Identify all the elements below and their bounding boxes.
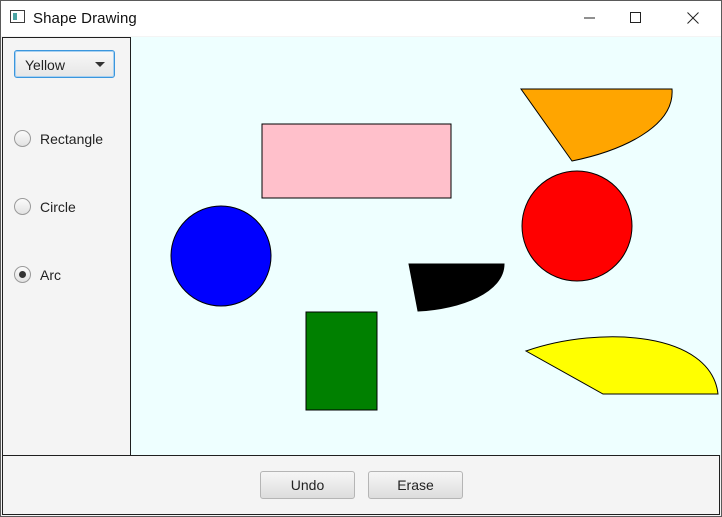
radio-dot bbox=[19, 271, 26, 278]
shape-pink-rectangle bbox=[261, 123, 452, 199]
close-icon bbox=[687, 12, 699, 24]
close-button[interactable] bbox=[670, 1, 716, 36]
minimize-button[interactable] bbox=[567, 1, 613, 36]
title-bar: Shape Drawing bbox=[1, 1, 721, 36]
shape-green-rectangle bbox=[305, 311, 378, 411]
shape-black-arc bbox=[408, 263, 505, 312]
erase-button[interactable]: Erase bbox=[368, 471, 463, 499]
undo-button[interactable]: Undo bbox=[260, 471, 355, 499]
radio-button-selected-icon bbox=[14, 266, 31, 283]
app-icon bbox=[10, 10, 25, 23]
radio-label: Arc bbox=[40, 267, 61, 283]
drawing-canvas[interactable] bbox=[131, 37, 721, 455]
shape-options-panel: Yellow Rectangle Circle Arc bbox=[2, 37, 131, 456]
maximize-button[interactable] bbox=[613, 1, 659, 36]
chevron-down-icon bbox=[95, 62, 105, 67]
minimize-icon bbox=[584, 17, 595, 19]
radio-circle[interactable]: Circle bbox=[14, 197, 126, 217]
shape-blue-circle bbox=[170, 205, 272, 307]
radio-arc[interactable]: Arc bbox=[14, 265, 126, 285]
radio-label: Circle bbox=[40, 199, 76, 215]
radio-button-icon bbox=[14, 198, 31, 215]
radio-label: Rectangle bbox=[40, 131, 104, 147]
shape-yellow-arc bbox=[524, 336, 719, 395]
radio-rectangle[interactable]: Rectangle bbox=[14, 129, 126, 149]
color-select-value: Yellow bbox=[25, 57, 65, 73]
window-title: Shape Drawing bbox=[33, 10, 137, 27]
color-select[interactable]: Yellow bbox=[14, 50, 115, 78]
drawing-surface[interactable] bbox=[131, 37, 721, 455]
shape-orange-arc bbox=[520, 88, 673, 162]
shape-red-circle bbox=[521, 170, 633, 282]
action-bar: Undo Erase bbox=[2, 455, 720, 515]
app-window: Shape Drawing Yellow Rectangle Circle Ar… bbox=[0, 0, 722, 517]
maximize-icon bbox=[630, 12, 641, 23]
radio-button-icon bbox=[14, 130, 31, 147]
